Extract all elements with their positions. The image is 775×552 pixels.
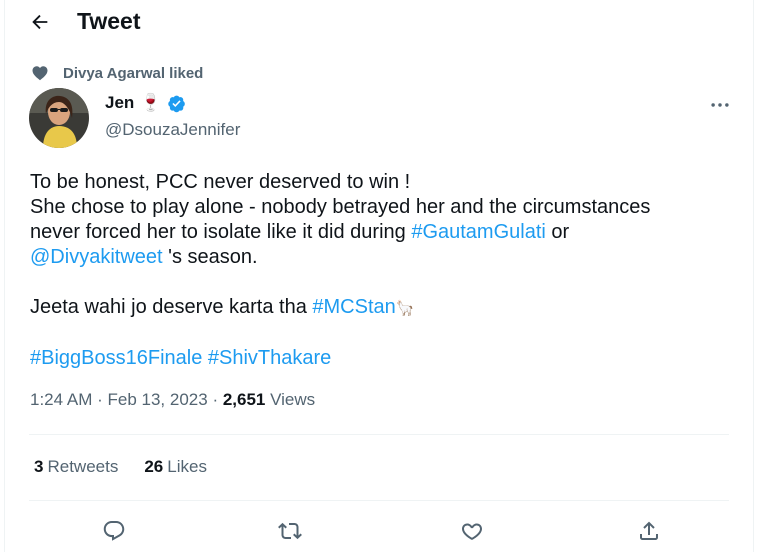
hashtag-link[interactable]: #MCStan [312, 296, 395, 318]
more-icon [711, 103, 729, 107]
share-button[interactable] [634, 516, 664, 546]
divider [29, 500, 729, 501]
author-name-row[interactable]: Jen 🍷 [105, 93, 186, 113]
hashtag-link[interactable]: #ShivThakare [208, 347, 331, 369]
tweet-text: To be honest, PCC never deserved to win … [30, 170, 730, 371]
social-context[interactable]: Divya Agarwal liked [31, 64, 203, 82]
views-label: Views [270, 390, 316, 409]
action-bar [5, 516, 753, 546]
tweet-line: never forced her to isolate like it did … [30, 220, 730, 245]
likes-label: Likes [167, 457, 207, 476]
retweets-label: Retweets [47, 457, 119, 476]
avatar[interactable] [29, 88, 89, 148]
author-name-emoji: 🍷 [140, 93, 162, 112]
tweet-text-fragment: never forced her to isolate like it did … [30, 221, 412, 243]
hashtag-link[interactable]: #GautamGulati [411, 221, 546, 243]
tweet-text-fragment: Jeeta wahi jo deserve karta tha [30, 296, 313, 318]
tweet-line: To be honest, PCC never deserved to win … [30, 171, 411, 193]
tweet-time[interactable]: 1:24 AM [30, 390, 92, 409]
heart-icon [31, 64, 49, 82]
reply-icon [103, 521, 125, 541]
retweets-count: 3 [34, 457, 44, 476]
tweet-text-fragment: or [545, 221, 570, 243]
tweet-stats: 3 Retweets 26 Likes [34, 457, 207, 477]
header [25, 0, 57, 44]
tweet-line: @Divyakitweet 's season. [30, 245, 730, 270]
tweet-date[interactable]: Feb 13, 2023 [108, 390, 208, 409]
back-button[interactable] [23, 5, 57, 39]
llama-emoji: 🦙 [395, 300, 415, 317]
hashtag-link[interactable]: #BiggBoss16Finale [30, 347, 202, 369]
likes-stat[interactable]: 26 Likes [144, 457, 207, 477]
more-button[interactable] [709, 94, 731, 116]
likes-count: 26 [144, 457, 164, 476]
tweet-page: Tweet Divya Agarwal liked Jen 🍷 @DsouzaJ… [4, 0, 754, 552]
tweet-meta: 1:24 AM · Feb 13, 2023 · 2,651 Views [30, 390, 315, 410]
social-context-text: Divya Agarwal liked [63, 64, 204, 82]
meta-separator: · [97, 390, 108, 409]
like-icon [462, 523, 482, 540]
mention-link[interactable]: @Divyakitweet [30, 246, 163, 268]
tweet-line: Jeeta wahi jo deserve karta tha #MCStan🦙 [30, 295, 730, 321]
retweets-stat[interactable]: 3 Retweets [34, 457, 118, 477]
retweet-icon [278, 522, 302, 540]
retweet-button[interactable] [275, 516, 305, 546]
like-button[interactable] [457, 516, 487, 546]
tweet-text-fragment: 's season. [162, 246, 258, 268]
meta-separator: · [212, 390, 223, 409]
page-title: Tweet [77, 8, 141, 34]
back-arrow-icon [32, 14, 48, 30]
author-handle[interactable]: @DsouzaJennifer [105, 120, 240, 140]
verified-badge-icon [167, 94, 186, 113]
tweet-line: #BiggBoss16Finale #ShivThakare [30, 346, 730, 371]
views-count: 2,651 [222, 390, 266, 409]
tweet-line: She chose to play alone - nobody betraye… [30, 196, 651, 218]
share-icon [640, 521, 658, 540]
reply-button[interactable] [99, 516, 129, 546]
divider [29, 434, 729, 435]
author-name[interactable]: Jen [105, 93, 134, 113]
